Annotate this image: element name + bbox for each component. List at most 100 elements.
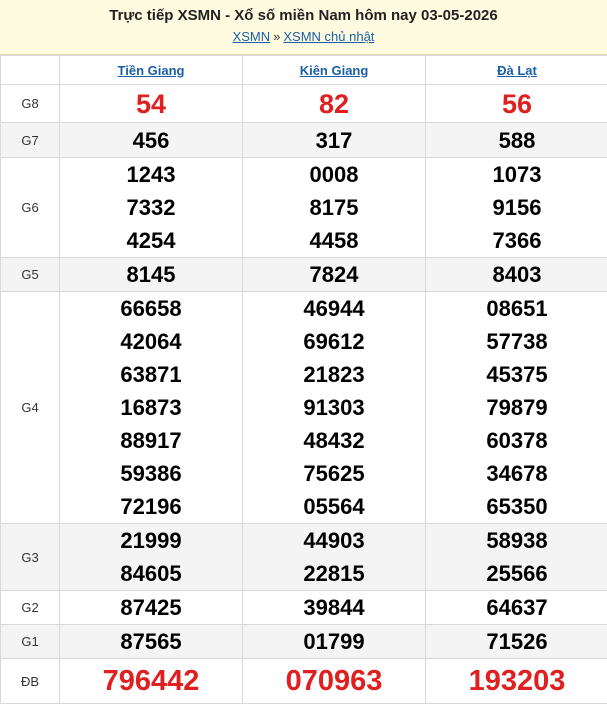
result-number: 44903 (303, 528, 365, 553)
result-number: 9156 (492, 195, 542, 220)
province-header-row: Tiền Giang Kiên Giang Đà Lạt (0, 55, 607, 85)
prize-label-g3: G3 (0, 523, 60, 591)
result-number: 45375 (486, 362, 548, 387)
result-number: 796442 (102, 665, 200, 697)
result-number: 21999 (120, 528, 182, 553)
result-number: 69612 (303, 329, 365, 354)
results-table: Tiền Giang Kiên Giang Đà Lạt G8 54 82 56 G7 4… (0, 55, 607, 704)
prize-label-g4: G4 (0, 291, 60, 524)
header-corner-cell (0, 55, 60, 85)
prize-row-g8: G8 54 82 56 (0, 84, 607, 123)
result-number: 65350 (486, 494, 548, 519)
result-number: 01799 (303, 629, 365, 654)
result-number: 070963 (285, 665, 383, 697)
result-number: 56 (501, 88, 533, 119)
prize-label-g8: G8 (0, 84, 60, 123)
prize-label-g7: G7 (0, 122, 60, 158)
prize-row-g3: G3 21999 84605 44903 22815 58938 25566 (0, 523, 607, 591)
result-cell: 71526 (425, 624, 607, 659)
result-cell: 54 (59, 84, 243, 123)
prize-row-g2: G2 87425 39844 64637 (0, 590, 607, 625)
result-cell: 64637 (425, 590, 607, 625)
result-number: 87425 (120, 595, 182, 620)
result-cell: 070963 (242, 658, 426, 704)
breadcrumb-separator: » (273, 29, 281, 44)
result-number: 193203 (468, 665, 566, 697)
result-number: 72196 (120, 494, 182, 519)
prize-label-g1: G1 (0, 624, 60, 659)
result-cell: 456 (59, 122, 243, 158)
result-cell: 87565 (59, 624, 243, 659)
result-number: 08651 (486, 296, 548, 321)
result-number: 66658 (120, 296, 182, 321)
province-header-tien-giang: Tiền Giang (59, 55, 243, 85)
result-cell: 0008 8175 4458 (242, 157, 426, 258)
province-link-tien-giang[interactable]: Tiền Giang (118, 63, 185, 78)
province-link-da-lat[interactable]: Đà Lạt (497, 63, 537, 78)
province-link-kien-giang[interactable]: Kiên Giang (300, 63, 369, 78)
result-number: 34678 (486, 461, 548, 486)
result-number: 48432 (303, 428, 365, 453)
result-number: 58938 (486, 528, 548, 553)
result-number: 7332 (126, 195, 176, 220)
result-cell: 1073 9156 7366 (425, 157, 607, 258)
result-cell: 58938 25566 (425, 523, 607, 591)
result-number: 71526 (486, 629, 548, 654)
breadcrumb-link-xsmn-chu-nhat[interactable]: XSMN chủ nhật (283, 29, 374, 44)
result-cell: 44903 22815 (242, 523, 426, 591)
result-cell: 82 (242, 84, 426, 123)
result-number: 588 (498, 127, 536, 153)
result-cell: 46944 69612 21823 91303 48432 75625 05564 (242, 291, 426, 524)
prize-label-g6: G6 (0, 157, 60, 258)
result-number: 63871 (120, 362, 182, 387)
prize-label-g2: G2 (0, 590, 60, 625)
result-number: 0008 (309, 162, 359, 187)
result-number: 79879 (486, 395, 548, 420)
result-number: 1073 (492, 162, 542, 187)
prize-row-g5: G5 8145 7824 8403 (0, 257, 607, 292)
result-cell: 193203 (425, 658, 607, 704)
result-number: 84605 (120, 561, 182, 586)
result-number: 4254 (126, 228, 176, 253)
province-header-kien-giang: Kiên Giang (242, 55, 426, 85)
result-number: 7366 (492, 228, 542, 253)
result-number: 54 (135, 88, 167, 119)
prize-row-g1: G1 87565 01799 71526 (0, 624, 607, 659)
prize-label-db: ĐB (0, 658, 60, 704)
result-number: 88917 (120, 428, 182, 453)
result-number: 8403 (492, 262, 542, 287)
result-number: 7824 (309, 262, 359, 287)
results-body: G8 54 82 56 G7 456 317 588 G6 1243 7332 4254 0008 817… (0, 84, 607, 704)
result-number: 75625 (303, 461, 365, 486)
result-number: 05564 (303, 494, 365, 519)
result-number: 87565 (120, 629, 182, 654)
page-title: Trực tiếp XSMN - Xổ số miền Nam hôm nay … (109, 7, 498, 24)
result-number: 4458 (309, 228, 359, 253)
result-cell: 8403 (425, 257, 607, 292)
result-number: 57738 (486, 329, 548, 354)
result-number: 317 (315, 127, 353, 153)
result-number: 456 (132, 127, 170, 153)
breadcrumb-link-xsmn[interactable]: XSMN (233, 29, 271, 44)
result-cell: 1243 7332 4254 (59, 157, 243, 258)
result-number: 39844 (303, 595, 365, 620)
result-number: 60378 (486, 428, 548, 453)
result-number: 25566 (486, 561, 548, 586)
province-header-da-lat: Đà Lạt (425, 55, 607, 85)
result-cell: 39844 (242, 590, 426, 625)
result-cell: 796442 (59, 658, 243, 704)
result-number: 16873 (120, 395, 182, 420)
result-number: 42064 (120, 329, 182, 354)
result-number: 8175 (309, 195, 359, 220)
result-number: 59386 (120, 461, 182, 486)
result-cell: 588 (425, 122, 607, 158)
result-cell: 08651 57738 45375 79879 60378 34678 65350 (425, 291, 607, 524)
result-number: 8145 (126, 262, 176, 287)
result-number: 82 (318, 88, 350, 119)
result-number: 91303 (303, 395, 365, 420)
result-number: 22815 (303, 561, 365, 586)
prize-row-db: ĐB 796442 070963 193203 (0, 658, 607, 704)
prize-row-g7: G7 456 317 588 (0, 122, 607, 158)
result-cell: 317 (242, 122, 426, 158)
result-number: 46944 (303, 296, 365, 321)
